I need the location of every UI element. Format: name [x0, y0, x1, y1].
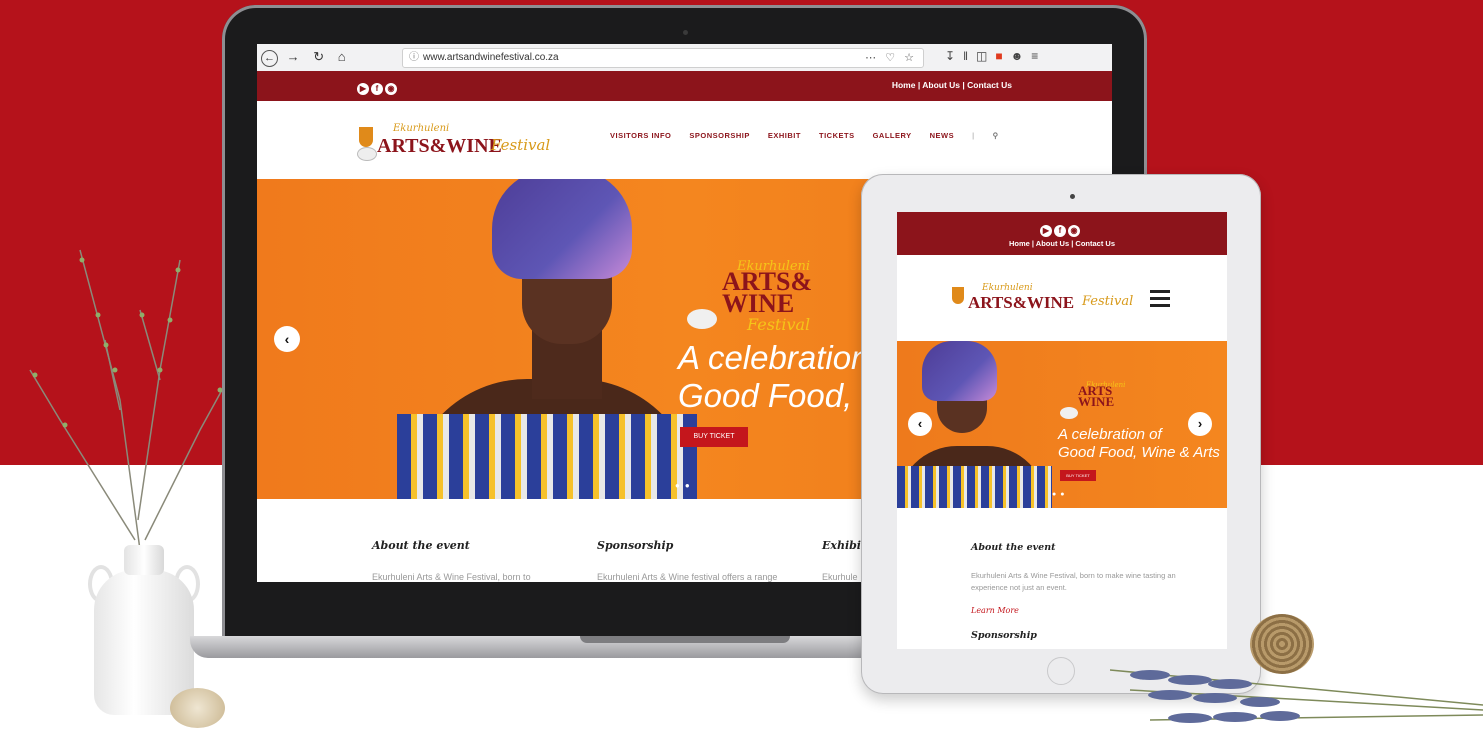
hero-logo: Ekurhuleni ARTS& WINE Festival [687, 259, 812, 334]
section-title: Sponsorship [971, 630, 1037, 641]
buy-ticket-button[interactable]: BUY TICKET [1060, 470, 1096, 481]
reload-icon[interactable]: ↻ [313, 49, 329, 65]
tablet-header: Ekurhuleni ARTS&WINE Festival [897, 255, 1227, 341]
slider-dots[interactable]: ●● [675, 481, 695, 490]
nav-tickets[interactable]: TICKETS [819, 131, 855, 140]
section-text: Ekurhuleni Arts & Wine Festival, born to [372, 572, 531, 582]
dried-flower [170, 688, 225, 728]
hero-model-image [397, 179, 697, 499]
browser-toolbar: ← → ↻ ⌂ ⓘ www.artsandwinefestival.co.za ⋯… [257, 44, 1112, 72]
palette-icon [687, 309, 717, 329]
nav-news[interactable]: NEWS [930, 131, 955, 140]
section-title: About the event [372, 539, 470, 552]
learn-more-link[interactable]: Learn More [971, 606, 1019, 615]
slider-prev-icon[interactable]: ‹ [274, 326, 300, 352]
site-logo[interactable]: Ekurhuleni ARTS&WINE Festival [952, 283, 1133, 323]
wine-glass-icon [359, 127, 373, 147]
youtube-icon[interactable]: ▶ [1040, 225, 1052, 237]
extension-icon[interactable]: ■ [995, 49, 1010, 63]
nav-gallery[interactable]: GALLERY [873, 131, 912, 140]
facebook-icon[interactable]: f [1054, 225, 1066, 237]
palette-icon [1060, 407, 1078, 419]
library-icon[interactable]: ‖ [963, 49, 976, 63]
url-text: www.artsandwinefestival.co.za [423, 52, 559, 63]
slider-prev-icon[interactable]: ‹ [908, 412, 932, 436]
site-header: Ekurhuleni ARTS&WINE Festival VISITORS I… [257, 101, 1112, 179]
hamburger-menu-icon[interactable] [1150, 290, 1170, 308]
search-icon[interactable]: ⚲ [993, 131, 999, 140]
section-text: Ekurhuleni Arts & Wine Festival, born to… [971, 571, 1176, 592]
slider-next-icon[interactable]: › [1188, 412, 1212, 436]
wine-glass-icon [952, 287, 964, 304]
tablet-hero-slider: Ekurhuleni ARTS WINE A celebration of Good… [897, 341, 1227, 508]
slider-dots[interactable]: ●● [1052, 491, 1068, 498]
buy-ticket-button[interactable]: BUY TICKET [680, 427, 748, 447]
lavender-decoration [1110, 669, 1483, 723]
section-title: Sponsorship [597, 539, 674, 552]
back-icon[interactable]: ← [261, 50, 278, 67]
section-title: About the event [971, 542, 1056, 553]
menu-icon[interactable]: ≡ [1031, 49, 1046, 63]
page-actions[interactable]: ⋯ ♡ ☆ [865, 49, 917, 67]
site-top-bar: ▶ f ◉ Home | About Us | Contact Us [257, 71, 1112, 101]
info-icon[interactable]: ⓘ [409, 49, 419, 67]
home-icon[interactable]: ⌂ [338, 49, 351, 64]
nav-exhibit[interactable]: EXHIBIT [768, 131, 801, 140]
download-icon[interactable]: ↧ [945, 49, 963, 63]
tablet-content: About the event Ekurhuleni Arts & Wine F… [897, 508, 1227, 649]
top-links[interactable]: Home | About Us | Contact Us [892, 80, 1012, 90]
tablet-camera [1070, 194, 1075, 199]
hero-logo: Ekurhuleni ARTS WINE [1060, 381, 1130, 423]
tablet-screen: ▶ f ◉ Home | About Us | Contact Us Ekurhul… [897, 212, 1227, 649]
section-text: Ekurhuleni Arts & Wine festival offers a… [597, 572, 778, 582]
white-vase [88, 545, 200, 715]
forward-icon[interactable]: → [287, 49, 305, 64]
nav-separator: | [972, 131, 975, 140]
browser-tools: ↧‖◫■☻≡ [945, 49, 1046, 63]
sidebar-icon[interactable]: ◫ [976, 49, 995, 63]
address-bar[interactable]: ⓘ www.artsandwinefestival.co.za ⋯ ♡ ☆ [402, 48, 924, 68]
site-logo[interactable]: Ekurhuleni ARTS&WINE Festival [357, 121, 550, 165]
account-icon[interactable]: ☻ [1011, 49, 1032, 63]
main-navigation: VISITORS INFO SPONSORSHIP EXHIBIT TICKETS GA… [610, 131, 1017, 140]
nav-visitors-info[interactable]: VISITORS INFO [610, 131, 671, 140]
section-sponsorship: Sponsorship Ekurhuleni Arts & Wine festi… [597, 539, 777, 582]
palette-icon [357, 147, 377, 161]
social-icons: ▶ f ◉ [1040, 220, 1082, 238]
facebook-icon[interactable]: f [371, 83, 383, 95]
youtube-icon[interactable]: ▶ [357, 83, 369, 95]
tablet-top-bar: ▶ f ◉ Home | About Us | Contact Us [897, 212, 1227, 255]
top-links[interactable]: Home | About Us | Contact Us [897, 239, 1227, 248]
tablet-home-button [1047, 657, 1075, 685]
laptop-camera [683, 30, 688, 35]
laptop-notch [580, 636, 790, 643]
instagram-icon[interactable]: ◉ [385, 83, 397, 95]
social-icons: ▶ f ◉ [357, 78, 399, 96]
instagram-icon[interactable]: ◉ [1068, 225, 1080, 237]
section-about: About the event Ekurhuleni Arts & Wine F… [372, 539, 552, 582]
nav-sponsorship[interactable]: SPONSORSHIP [689, 131, 750, 140]
